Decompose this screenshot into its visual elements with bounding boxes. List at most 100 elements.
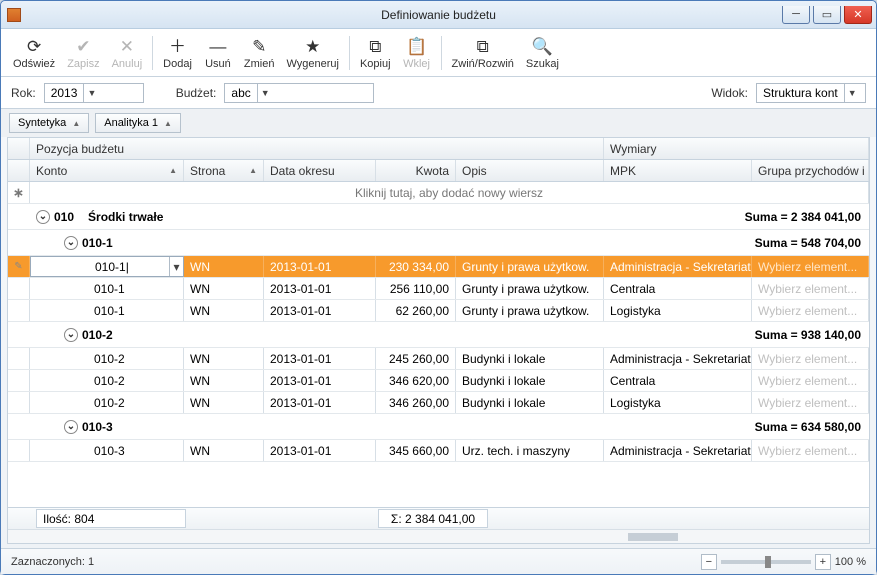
expand-icon[interactable]: ⌄ bbox=[64, 236, 78, 250]
cell-mpk[interactable]: Logistyka bbox=[604, 300, 752, 321]
cell-grupa[interactable]: Wybierz element... bbox=[752, 278, 869, 299]
cell-mpk[interactable]: Logistyka bbox=[604, 392, 752, 413]
cell-data[interactable]: 2013-01-01 bbox=[264, 392, 376, 413]
cell-opis[interactable]: Grunty i prawa użytkow. bbox=[456, 256, 604, 277]
cell-data[interactable]: 2013-01-01 bbox=[264, 370, 376, 391]
cell-konto[interactable]: 010-1 bbox=[30, 300, 184, 321]
scrollbar-thumb[interactable] bbox=[628, 533, 678, 541]
table-row[interactable]: ✎010-1|▾WN2013-01-01230 334,00Grunty i p… bbox=[8, 256, 869, 278]
cell-strona[interactable]: WN bbox=[184, 256, 264, 277]
cell-data[interactable]: 2013-01-01 bbox=[264, 256, 376, 277]
cell-strona[interactable]: WN bbox=[184, 370, 264, 391]
collapse-button[interactable]: ⧉Zwiń/Rozwiń bbox=[446, 31, 520, 75]
cell-strona[interactable]: WN bbox=[184, 392, 264, 413]
paste-button[interactable]: 📋Wklej bbox=[397, 31, 437, 75]
copy-button[interactable]: ⧉Kopiuj bbox=[354, 31, 397, 75]
cancel-button[interactable]: ✕Anuluj bbox=[106, 31, 149, 75]
cell-kwota[interactable]: 256 110,00 bbox=[376, 278, 456, 299]
table-row[interactable]: 010-2WN2013-01-01346 620,00Budynki i lok… bbox=[8, 370, 869, 392]
minimize-button[interactable]: ─ bbox=[782, 6, 810, 24]
cell-mpk[interactable]: Centrala bbox=[604, 278, 752, 299]
cell-grupa[interactable]: Wybierz element... bbox=[752, 256, 869, 277]
cell-konto[interactable]: 010-2 bbox=[30, 392, 184, 413]
cell-konto[interactable]: 010-1 bbox=[30, 278, 184, 299]
add-button[interactable]: ＋Dodaj bbox=[157, 31, 198, 75]
cell-kwota[interactable]: 230 334,00 bbox=[376, 256, 456, 277]
group-row-level2[interactable]: ⌄010-1Suma = 548 704,00 bbox=[8, 230, 869, 256]
cell-data[interactable]: 2013-01-01 bbox=[264, 440, 376, 461]
table-row[interactable]: 010-2WN2013-01-01245 260,00Budynki i lok… bbox=[8, 348, 869, 370]
cell-konto[interactable]: 010-2 bbox=[30, 370, 184, 391]
col-header-grupa[interactable]: Grupa przychodów i bbox=[752, 160, 869, 181]
col-header-strona[interactable]: Strona▲ bbox=[184, 160, 264, 181]
chevron-down-icon[interactable]: ▾ bbox=[169, 257, 183, 276]
table-row[interactable]: 010-2WN2013-01-01346 260,00Budynki i lok… bbox=[8, 392, 869, 414]
cell-grupa[interactable]: Wybierz element... bbox=[752, 370, 869, 391]
cell-mpk[interactable]: Administracja - Sekretariat... bbox=[604, 440, 752, 461]
zoom-thumb[interactable] bbox=[765, 556, 771, 568]
cell-data[interactable]: 2013-01-01 bbox=[264, 300, 376, 321]
expand-icon[interactable]: ⌄ bbox=[64, 328, 78, 342]
cell-grupa[interactable]: Wybierz element... bbox=[752, 348, 869, 369]
col-header-mpk[interactable]: MPK bbox=[604, 160, 752, 181]
col-header-opis[interactable]: Opis bbox=[456, 160, 604, 181]
zoom-slider[interactable] bbox=[721, 560, 811, 564]
expand-icon[interactable]: ⌄ bbox=[64, 420, 78, 434]
cell-kwota[interactable]: 345 660,00 bbox=[376, 440, 456, 461]
table-row[interactable]: 010-1WN2013-01-0162 260,00Grunty i prawa… bbox=[8, 300, 869, 322]
table-row[interactable]: 010-1WN2013-01-01256 110,00Grunty i praw… bbox=[8, 278, 869, 300]
cell-mpk[interactable]: Centrala bbox=[604, 370, 752, 391]
budget-select[interactable]: abc ▼ bbox=[224, 83, 374, 103]
col-header-data[interactable]: Data okresu bbox=[264, 160, 376, 181]
group-row-level2[interactable]: ⌄010-2Suma = 938 140,00 bbox=[8, 322, 869, 348]
cell-data[interactable]: 2013-01-01 bbox=[264, 278, 376, 299]
group-row-level1[interactable]: ⌄010Środki trwałeSuma = 2 384 041,00 bbox=[8, 204, 869, 230]
cell-kwota[interactable]: 62 260,00 bbox=[376, 300, 456, 321]
cell-konto[interactable]: 010-3 bbox=[30, 440, 184, 461]
horizontal-scrollbar[interactable] bbox=[8, 529, 869, 543]
expand-icon[interactable]: ⌄ bbox=[36, 210, 50, 224]
refresh-button[interactable]: ⟳Odśwież bbox=[7, 31, 61, 75]
new-row-prompt[interactable]: ∗ Kliknij tutaj, aby dodać nowy wiersz bbox=[8, 182, 869, 204]
year-select[interactable]: 2013 ▼ bbox=[44, 83, 144, 103]
cell-strona[interactable]: WN bbox=[184, 348, 264, 369]
group-chip-analityka1[interactable]: Analityka 1▲ bbox=[95, 113, 181, 133]
save-button[interactable]: ✔Zapisz bbox=[61, 31, 105, 75]
cell-kwota[interactable]: 346 620,00 bbox=[376, 370, 456, 391]
col-header-konto[interactable]: Konto▲ bbox=[30, 160, 184, 181]
search-button[interactable]: 🔍Szukaj bbox=[520, 31, 565, 75]
cell-data[interactable]: 2013-01-01 bbox=[264, 348, 376, 369]
cell-strona[interactable]: WN bbox=[184, 300, 264, 321]
cell-mpk[interactable]: Administracja - Sekretariat... bbox=[604, 348, 752, 369]
cell-opis[interactable]: Budynki i lokale bbox=[456, 348, 604, 369]
grid-body[interactable]: ⌄010Środki trwałeSuma = 2 384 041,00⌄010… bbox=[8, 204, 869, 507]
group-chip-syntetyka[interactable]: Syntetyka▲ bbox=[9, 113, 89, 133]
group-row-level2[interactable]: ⌄010-3Suma = 634 580,00 bbox=[8, 414, 869, 440]
zoom-out-button[interactable]: − bbox=[701, 554, 717, 570]
cell-konto[interactable]: 010-2 bbox=[30, 348, 184, 369]
maximize-button[interactable]: ▭ bbox=[813, 6, 841, 24]
cell-kwota[interactable]: 346 260,00 bbox=[376, 392, 456, 413]
edit-button[interactable]: ✎Zmień bbox=[238, 31, 281, 75]
zoom-in-button[interactable]: + bbox=[815, 554, 831, 570]
cell-opis[interactable]: Urz. tech. i maszyny bbox=[456, 440, 604, 461]
view-select[interactable]: Struktura kont ▼ bbox=[756, 83, 866, 103]
cell-opis[interactable]: Budynki i lokale bbox=[456, 392, 604, 413]
table-row[interactable]: 010-3WN2013-01-01345 660,00Urz. tech. i … bbox=[8, 440, 869, 462]
cell-opis[interactable]: Grunty i prawa użytkow. bbox=[456, 278, 604, 299]
cell-grupa[interactable]: Wybierz element... bbox=[752, 440, 869, 461]
cell-kwota[interactable]: 245 260,00 bbox=[376, 348, 456, 369]
cell-grupa[interactable]: Wybierz element... bbox=[752, 300, 869, 321]
cell-strona[interactable]: WN bbox=[184, 440, 264, 461]
cell-mpk[interactable]: Administracja - Sekretariat... bbox=[604, 256, 752, 277]
generate-button[interactable]: ★Wygeneruj bbox=[280, 31, 344, 75]
cell-strona[interactable]: WN bbox=[184, 278, 264, 299]
cell-konto-editor[interactable]: 010-1|▾ bbox=[30, 256, 184, 277]
zoom-control[interactable]: − + 100 % bbox=[701, 554, 866, 570]
remove-button[interactable]: —Usuń bbox=[198, 31, 238, 75]
cell-grupa[interactable]: Wybierz element... bbox=[752, 392, 869, 413]
cell-opis[interactable]: Grunty i prawa użytkow. bbox=[456, 300, 604, 321]
cell-opis[interactable]: Budynki i lokale bbox=[456, 370, 604, 391]
close-button[interactable]: ✕ bbox=[844, 6, 872, 24]
col-header-kwota[interactable]: Kwota bbox=[376, 160, 456, 181]
